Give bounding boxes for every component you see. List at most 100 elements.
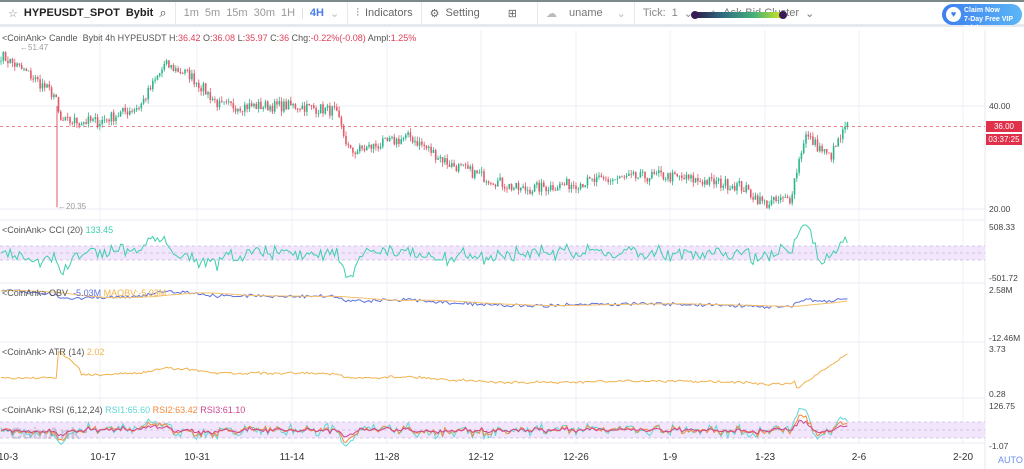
candle-body bbox=[816, 139, 819, 152]
candle-body bbox=[715, 180, 718, 185]
candle-body bbox=[563, 184, 566, 186]
candle-body bbox=[361, 145, 363, 149]
candle-body bbox=[430, 146, 432, 153]
candle-body bbox=[704, 180, 706, 185]
candle-body bbox=[731, 186, 734, 189]
candle-body bbox=[388, 137, 391, 142]
candle-body bbox=[101, 119, 103, 125]
atr-params: (14) bbox=[68, 347, 85, 357]
candle-body bbox=[46, 84, 48, 88]
candle-body bbox=[708, 177, 711, 185]
candle-body bbox=[586, 177, 589, 186]
candle-body bbox=[538, 182, 540, 192]
user-name: uname bbox=[569, 7, 603, 19]
symbol-name[interactable]: HYPEUSDT_SPOT bbox=[24, 7, 120, 19]
candle-body bbox=[800, 152, 803, 160]
candle-body bbox=[584, 185, 586, 188]
chart-canvas[interactable] bbox=[0, 30, 1024, 469]
timeframe-4h[interactable]: 4H bbox=[310, 7, 324, 19]
candle-body bbox=[296, 108, 299, 110]
candle-body bbox=[793, 178, 796, 195]
candle-body bbox=[209, 92, 212, 101]
candle-body bbox=[280, 101, 283, 112]
candle-body bbox=[32, 78, 34, 80]
candle-body bbox=[83, 122, 85, 124]
candle-body bbox=[770, 200, 773, 205]
candle-body bbox=[156, 75, 159, 80]
timeframe-15m[interactable]: 15m bbox=[226, 7, 247, 19]
candle-body bbox=[255, 103, 258, 109]
candle-body bbox=[110, 112, 113, 122]
candle-body bbox=[87, 116, 90, 124]
candle-body bbox=[690, 175, 692, 179]
candle-body bbox=[835, 146, 837, 147]
candle-body bbox=[267, 101, 269, 111]
candle-body bbox=[812, 136, 814, 145]
user-menu[interactable]: ☁ uname ⌄ bbox=[538, 2, 635, 24]
chevron-down-icon[interactable]: ⌄ bbox=[330, 7, 339, 20]
candle-body bbox=[168, 60, 170, 68]
candle-body bbox=[823, 149, 826, 152]
candle-body bbox=[244, 104, 246, 112]
candle-body bbox=[559, 183, 561, 189]
candle-body bbox=[768, 204, 770, 208]
timeframe-30m[interactable]: 30m bbox=[254, 7, 275, 19]
setting-button[interactable]: ⚙ Setting bbox=[422, 2, 488, 24]
candle-body bbox=[269, 106, 271, 111]
atr-line bbox=[0, 350, 848, 389]
candle-body bbox=[515, 182, 517, 189]
candle-body bbox=[639, 172, 642, 178]
candle-body bbox=[480, 171, 483, 173]
candle-body bbox=[108, 119, 110, 122]
auto-scale-button[interactable]: AUTO bbox=[998, 455, 1023, 465]
candle-body bbox=[635, 172, 637, 179]
main-legend: <CoinAnk> Candle Bybit 4h HYPEUSDT H:36.… bbox=[2, 33, 416, 43]
candle-countdown: 03:37:25 bbox=[986, 134, 1022, 145]
candle-body bbox=[117, 116, 120, 117]
candle-body bbox=[678, 175, 681, 177]
candle-body bbox=[306, 103, 308, 112]
cci-params: (20) bbox=[67, 225, 84, 235]
candle-body bbox=[112, 112, 115, 122]
candle-body bbox=[752, 197, 754, 200]
candle-body bbox=[844, 126, 846, 130]
timeframe-1m[interactable]: 1m bbox=[184, 7, 199, 19]
candle-body bbox=[16, 63, 18, 67]
candle-body bbox=[674, 172, 676, 175]
candle-body bbox=[62, 119, 64, 121]
time-axis-label: 2-20 bbox=[952, 452, 974, 463]
heatmap-color-slider[interactable] bbox=[691, 11, 787, 19]
candle-body bbox=[115, 116, 117, 122]
star-icon[interactable]: ☆ bbox=[8, 7, 18, 20]
vip-shield-icon: ♥ bbox=[946, 7, 961, 22]
candle-body bbox=[839, 138, 842, 140]
claim-vip-button[interactable]: ♥ Claim Now 7-Day Free VIP Trial bbox=[942, 4, 1022, 32]
candle-body bbox=[743, 190, 745, 192]
candle-body bbox=[791, 194, 793, 204]
candle-body bbox=[20, 64, 23, 69]
candle-body bbox=[214, 98, 216, 100]
exchange-name[interactable]: Bybit bbox=[126, 7, 154, 19]
candle-body bbox=[57, 97, 60, 112]
candle-body bbox=[423, 144, 425, 146]
candle-body bbox=[632, 172, 635, 175]
timeframe-1h[interactable]: 1H bbox=[281, 7, 295, 19]
candle-body bbox=[11, 58, 14, 63]
chevron-down-icon: ⌄ bbox=[805, 7, 815, 20]
cci-value: 133.45 bbox=[85, 225, 114, 235]
candle-body bbox=[356, 151, 359, 155]
layout-button[interactable]: ⊞ bbox=[488, 2, 538, 24]
candle-body bbox=[832, 146, 835, 160]
candle-body bbox=[292, 103, 294, 106]
candle-body bbox=[319, 104, 322, 114]
candle-body bbox=[471, 166, 474, 178]
search-icon[interactable]: ⌕ bbox=[159, 5, 166, 21]
candle-body bbox=[750, 189, 752, 198]
candle-body bbox=[372, 143, 375, 149]
candle-body bbox=[747, 185, 750, 190]
candle-body bbox=[43, 83, 46, 88]
candle-body bbox=[421, 141, 423, 145]
candle-body bbox=[462, 164, 465, 166]
indicators-button[interactable]: ⫶ Indicators bbox=[348, 2, 422, 24]
timeframe-5m[interactable]: 5m bbox=[205, 7, 220, 19]
